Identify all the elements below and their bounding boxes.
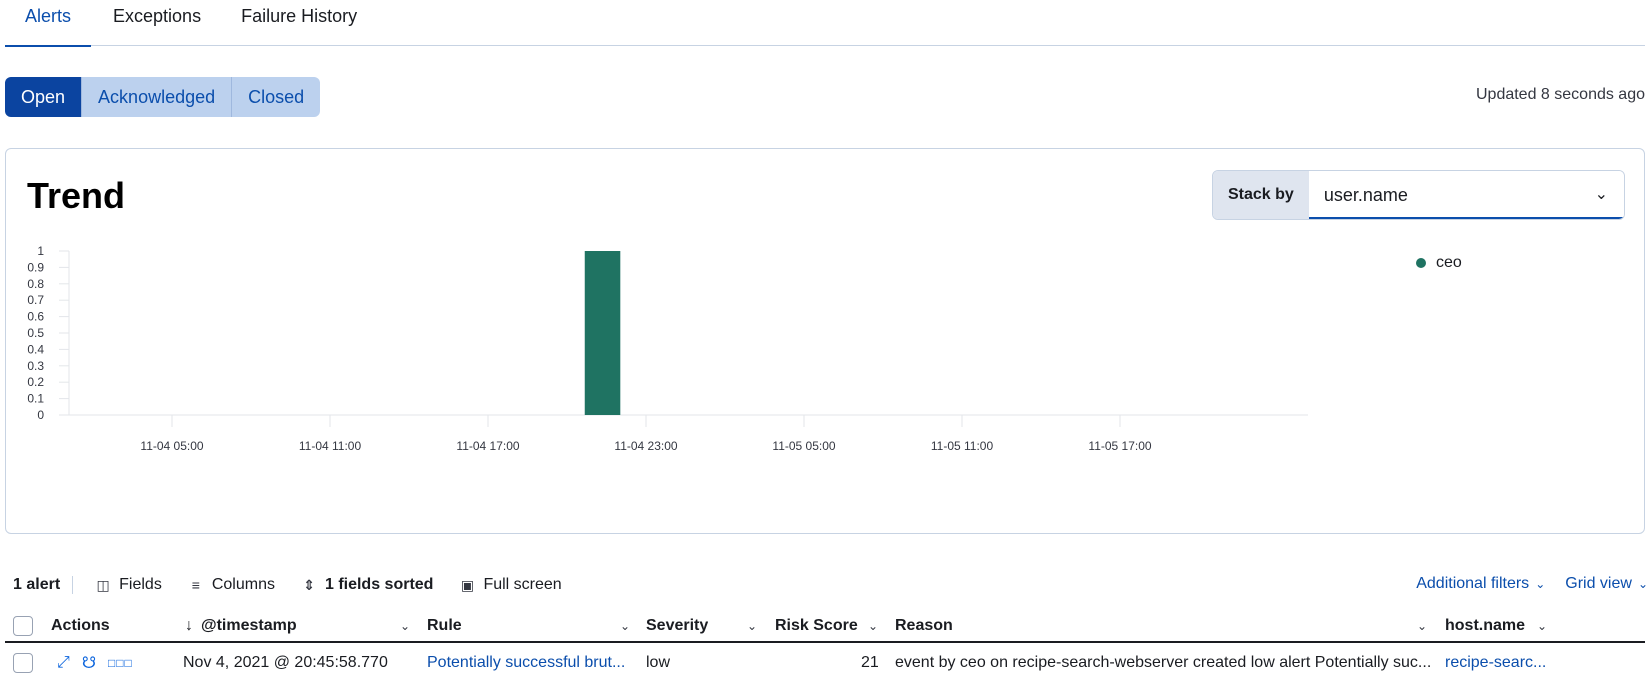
additional-filters-button[interactable]: Additional filters ⌄ [1416, 575, 1545, 593]
header-actions: Actions [51, 616, 110, 634]
status-filter-group: Open Acknowledged Closed [5, 77, 321, 117]
header-reason[interactable]: Reason [895, 610, 953, 641]
analyze-graph-icon[interactable]: ☋ [82, 653, 96, 673]
trend-panel: Trend Stack by user.name ⌄ 0 0.1 0.2 0.3 0.4… [5, 148, 1645, 534]
y-tick-label: 1 [37, 244, 44, 258]
legend-label: ceo [1436, 254, 1462, 271]
column-menu-icon[interactable]: ⌄ [620, 619, 630, 633]
header-timestamp-label: @timestamp [201, 616, 297, 634]
x-tick-label: 11-04 17:00 [456, 439, 519, 453]
x-tick-label: 11-04 11:00 [299, 439, 362, 453]
header-timestamp[interactable]: ↓ @timestamp [185, 610, 297, 641]
select-all-checkbox[interactable] [13, 615, 33, 636]
additional-filters-label: Additional filters [1416, 575, 1530, 592]
fields-label: Fields [119, 576, 162, 593]
cell-risk-score: 21 [861, 653, 879, 671]
column-menu-icon[interactable]: ⌄ [747, 619, 757, 633]
row-select-cell [13, 645, 33, 680]
header-rule[interactable]: Rule [427, 610, 462, 641]
sort-descending-icon: ↓ [185, 616, 193, 634]
column-menu-icon[interactable]: ⌄ [1417, 619, 1427, 633]
column-menu-icon[interactable]: ⌄ [400, 619, 410, 633]
y-tick-label: 0.3 [27, 359, 44, 373]
header-severity[interactable]: Severity [646, 610, 708, 641]
chevron-down-icon: ⌄ [1637, 577, 1648, 591]
cell-timestamp: Nov 4, 2021 @ 20:45:58.770 [183, 653, 388, 671]
y-tick-label: 0.4 [27, 342, 44, 356]
y-tick-label: 0.5 [27, 326, 44, 340]
tab-failure-history[interactable]: Failure History [221, 0, 377, 46]
updated-status: Updated 8 seconds ago [1475, 86, 1645, 103]
table-row: ⤢ ☋ □□□ Nov 4, 2021 @ 20:45:58.770 Poten… [5, 645, 1645, 680]
x-tick-label: 11-04 05:00 [140, 439, 203, 453]
x-tick-label: 11-05 17:00 [1088, 439, 1151, 453]
status-open-button[interactable]: Open [5, 77, 83, 117]
fields-button[interactable]: ◫ Fields [95, 576, 162, 594]
header-host-name[interactable]: host.name [1445, 610, 1525, 641]
status-closed-button[interactable]: Closed [232, 77, 321, 117]
fullscreen-button[interactable]: ▣ Full screen [459, 576, 562, 594]
row-actions: ⤢ ☋ □□□ [57, 645, 145, 680]
grid-header: Actions ↓ @timestamp ⌄ Rule ⌄ Severity ⌄… [5, 610, 1645, 643]
trend-chart: 0 0.1 0.2 0.3 0.4 0.5 0.6 0.7 0.8 0.9 1 11-04 05:00… [27, 244, 1308, 453]
sort-button[interactable]: ⇕ 1 fields sorted [301, 576, 433, 594]
grid-view-label: Grid view [1565, 575, 1632, 592]
fullscreen-icon: ▣ [460, 576, 475, 593]
tab-bar: Alerts Exceptions Failure History [5, 0, 1645, 47]
y-tick-label: 0.7 [27, 293, 44, 307]
row-checkbox[interactable] [13, 652, 33, 673]
list-icon: ◫ [96, 576, 110, 593]
x-tick-label: 11-05 11:00 [931, 439, 994, 453]
cell-host-name-link[interactable]: recipe-searc... [1445, 645, 1546, 680]
expand-icon[interactable]: ⤢ [57, 654, 70, 672]
bar-ceo [584, 251, 621, 415]
columns-icon: ≡ [191, 577, 200, 593]
x-tick-label: 11-05 05:00 [772, 439, 835, 453]
fullscreen-label: Full screen [483, 576, 562, 593]
cell-reason: event by ceo on recipe-search-webserver … [895, 653, 1432, 671]
y-tick-label: 0.9 [27, 260, 44, 274]
y-tick-label: 0.1 [27, 392, 44, 406]
legend-dot-icon [1416, 258, 1426, 268]
sort-label: 1 fields sorted [324, 576, 434, 593]
column-menu-icon[interactable]: ⌄ [1537, 619, 1547, 633]
legend-item-ceo[interactable]: ceo [1416, 254, 1462, 272]
y-tick-label: 0.2 [27, 375, 44, 389]
tab-exceptions[interactable]: Exceptions [91, 0, 221, 46]
columns-label: Columns [211, 576, 275, 593]
select-all-cell [13, 610, 33, 641]
column-menu-icon[interactable]: ⌄ [868, 619, 878, 633]
chevron-down-icon: ⌄ [1535, 577, 1546, 591]
cell-rule-link[interactable]: Potentially successful brut... [427, 645, 625, 680]
table-toolbar: 1 alert ◫ Fields ≡ Columns ⇕ 1 fields so… [13, 575, 588, 595]
tab-alerts[interactable]: Alerts [5, 0, 92, 47]
alert-count: 1 alert [13, 576, 74, 594]
y-tick-label: 0.6 [27, 310, 44, 324]
y-tick-label: 0.8 [27, 277, 44, 291]
sort-icon: ⇕ [303, 576, 315, 593]
status-acknowledged-button[interactable]: Acknowledged [82, 77, 233, 117]
grid-view-button[interactable]: Grid view ⌄ [1565, 575, 1648, 593]
y-tick-label: 0 [37, 408, 44, 422]
table-right-tools: Additional filters ⌄ Grid view ⌄ [1416, 575, 1650, 593]
more-actions-icon[interactable]: □□□ [108, 656, 133, 670]
header-risk-score[interactable]: Risk Score [775, 610, 858, 641]
cell-severity: low [646, 653, 671, 671]
x-tick-label: 11-04 23:00 [614, 439, 677, 453]
columns-button[interactable]: ≡ Columns [188, 576, 275, 594]
